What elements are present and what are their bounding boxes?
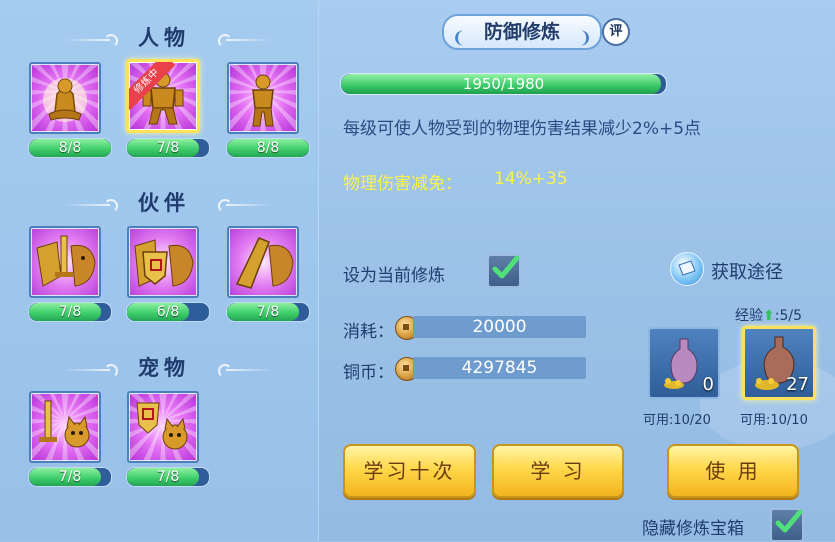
skill-progress-bar: 8/8 — [226, 138, 310, 158]
exp-info: 经验⬆:5/5 — [735, 305, 802, 325]
item-usable-text: 可用:10/10 — [740, 413, 808, 428]
get-way-link[interactable]: 获取途径 — [711, 258, 783, 284]
cultivation-exp-bar: 1950/1980 — [340, 73, 667, 95]
skill-card-character-3[interactable]: 8/8 — [226, 62, 310, 158]
character-seated-icon — [29, 62, 101, 134]
exp-bar-text: 1950/1980 — [462, 75, 545, 93]
set-current-label: 设为当前修炼 — [343, 266, 445, 286]
skill-progress-bar: 7/8 — [126, 138, 210, 158]
up-arrow-icon: ⬆ — [763, 308, 775, 324]
skill-card-pet-1[interactable]: 7/8 — [28, 391, 112, 487]
rate-badge-button[interactable]: 评 — [602, 18, 630, 46]
coin-row: 铜币： 4297845 — [343, 355, 593, 383]
item-count: 27 — [786, 374, 809, 395]
section-title-pet: 宠物 — [138, 356, 190, 380]
hide-box-checkbox[interactable] — [770, 508, 804, 542]
coin-value: 4297845 — [413, 357, 586, 379]
skill-progress-bar: 7/8 — [28, 302, 112, 322]
item-count: 0 — [702, 374, 714, 395]
set-current-checkbox[interactable] — [487, 254, 521, 288]
cost-label: 消耗： — [343, 322, 394, 342]
character-armor-icon: 修炼中 — [126, 59, 200, 133]
skill-card-partner-2[interactable]: 6/8 — [126, 226, 210, 322]
section-title-character: 人物 — [138, 26, 190, 50]
skill-progress-bar: 7/8 — [226, 302, 310, 322]
cost-value: 20000 — [413, 316, 586, 338]
item-usable-text: 可用:10/20 — [643, 413, 711, 428]
skill-progress-bar: 7/8 — [28, 467, 112, 487]
title-ornament-right — [226, 39, 272, 41]
skill-card-partner-1[interactable]: 7/8 — [28, 226, 112, 322]
pet-sword-icon — [29, 391, 101, 463]
exp-info-value: :5/5 — [774, 308, 802, 324]
skill-description: 每级可使人物受到的物理伤害结果减少2%+5点 — [343, 119, 702, 139]
coin-label: 铜币： — [343, 363, 394, 383]
skill-card-character-2[interactable]: 修炼中 7/8 — [126, 59, 210, 158]
title-ornament-right — [226, 204, 272, 206]
cultivation-window: 人物 8/8 修炼中 7/8 8/8 伙伴 7/8 6/8 7/8 宠物 7/8… — [0, 0, 835, 542]
skill-progress-bar: 6/8 — [126, 302, 210, 322]
cost-row: 消耗： 20000 — [343, 314, 593, 342]
exp-info-label: 经验 — [735, 308, 763, 324]
partner-gauntlet-icon — [227, 226, 299, 298]
use-button[interactable]: 使 用 — [667, 444, 799, 498]
pet-shield-icon — [127, 391, 199, 463]
hide-box-label: 隐藏修炼宝箱 — [642, 519, 744, 539]
character-standing-icon — [227, 62, 299, 134]
detail-title: ❨ 防御修炼 ❩ — [442, 14, 602, 50]
detail-title-text: 防御修炼 — [483, 21, 560, 43]
skill-progress-bar: 8/8 — [28, 138, 112, 158]
skill-card-pet-2[interactable]: 7/8 — [126, 391, 210, 487]
section-title-partner: 伙伴 — [138, 191, 190, 215]
item-slot-potion[interactable]: 0 — [648, 327, 720, 399]
learn-button[interactable]: 学 习 — [492, 444, 624, 498]
effect-label: 物理伤害减免： — [343, 174, 462, 194]
cultivation-list-panel: 人物 8/8 修炼中 7/8 8/8 伙伴 7/8 6/8 7/8 宠物 7/8… — [0, 0, 319, 541]
effect-value: 14%+35 — [494, 169, 568, 189]
checkmark-icon — [775, 509, 803, 533]
partner-sword-icon — [29, 226, 101, 298]
item-slot-potion-gold[interactable]: 27 — [742, 326, 816, 400]
checkmark-icon — [492, 255, 520, 279]
book-icon — [670, 252, 704, 286]
learn-ten-button[interactable]: 学习十次 — [343, 444, 476, 498]
skill-card-character-1[interactable]: 8/8 — [28, 62, 112, 158]
partner-shield-icon — [127, 226, 199, 298]
skill-card-partner-3[interactable]: 7/8 — [226, 226, 310, 322]
title-ornament-right — [226, 369, 272, 371]
skill-progress-bar: 7/8 — [126, 467, 210, 487]
